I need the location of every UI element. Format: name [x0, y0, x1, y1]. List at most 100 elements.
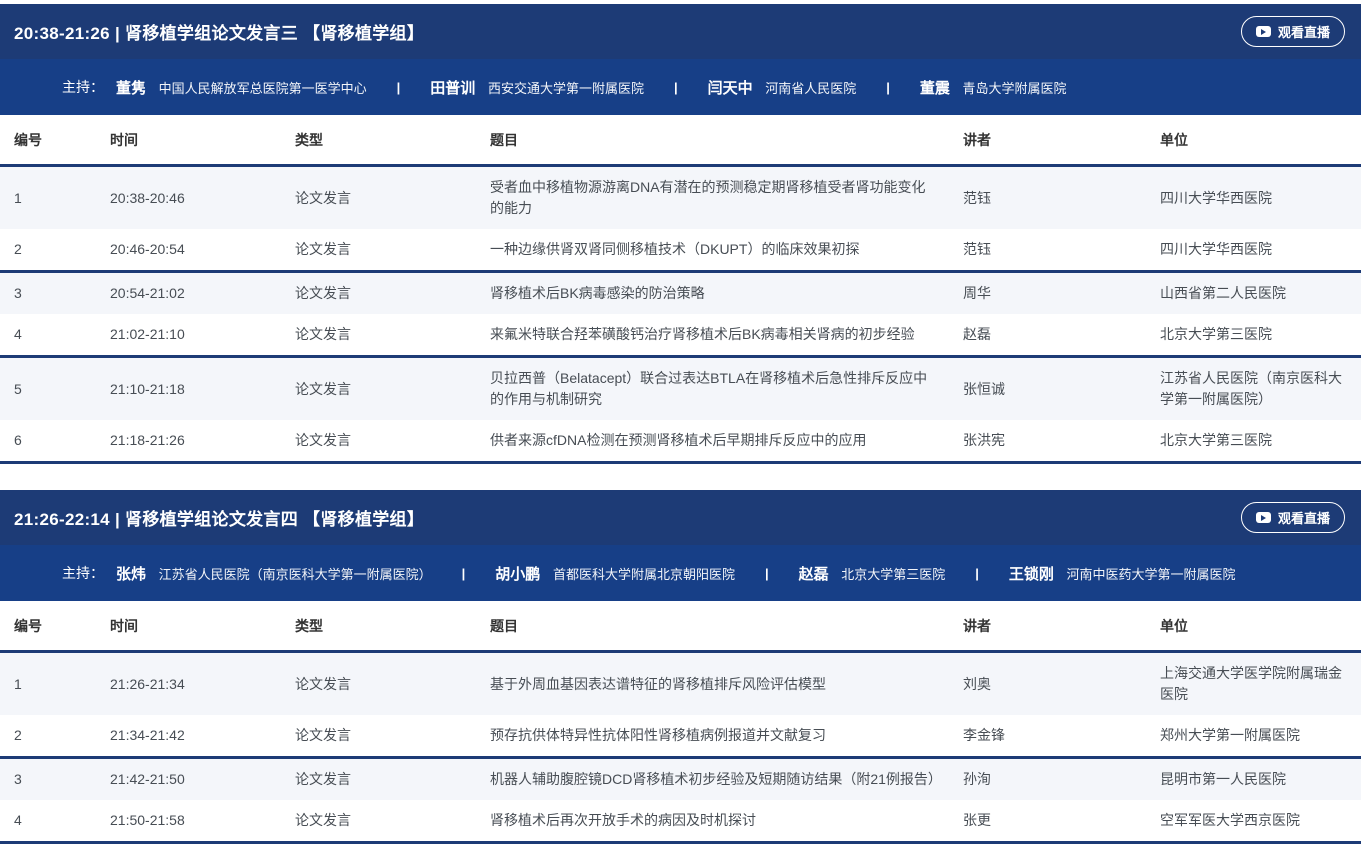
- session-table: 编号 时间 类型 题目 讲者 单位 1 21:26-21:34 论文发言 基于外…: [0, 601, 1361, 844]
- cell-time: 20:38-20:46: [96, 166, 281, 230]
- cell-org: 昆明市第一人民医院: [1146, 758, 1361, 801]
- host-org: 河南省人民医院: [765, 81, 856, 96]
- host-item: 胡小鹏 首都医科大学附属北京朝阳医院: [495, 563, 735, 584]
- cell-title: 受者血中移植物源游离DNA有潜在的预测稳定期肾移植受者肾功能变化的能力: [476, 166, 949, 230]
- table-header-row: 编号 时间 类型 题目 讲者 单位: [0, 601, 1361, 652]
- cell-org: 郑州大学第一附属医院: [1146, 715, 1361, 758]
- host-divider: |: [765, 566, 769, 581]
- host-item: 张炜 江苏省人民医院（南京医科大学第一附属医院）: [116, 563, 432, 584]
- cell-type: 论文发言: [281, 652, 476, 716]
- col-header-title: 题目: [476, 115, 949, 166]
- table-row: 5 21:10-21:18 论文发言 贝拉西普（Belatacept）联合过表达…: [0, 357, 1361, 421]
- cell-title: 肾移植术后再次开放手术的病因及时机探讨: [476, 800, 949, 843]
- cell-org: 空军军医大学西京医院: [1146, 800, 1361, 843]
- table-row: 4 21:02-21:10 论文发言 来氟米特联合羟苯磺酸钙治疗肾移植术后BK病…: [0, 314, 1361, 357]
- col-header-org: 单位: [1146, 115, 1361, 166]
- col-header-speaker: 讲者: [949, 601, 1146, 652]
- table-row: 2 20:46-20:54 论文发言 一种边缘供肾双肾同侧移植技术（DKUPT）…: [0, 229, 1361, 272]
- cell-speaker: 周华: [949, 272, 1146, 315]
- table-header-row: 编号 时间 类型 题目 讲者 单位: [0, 115, 1361, 166]
- host-org: 河南中医药大学第一附属医院: [1067, 567, 1236, 582]
- session-title: 21:26-22:14 | 肾移植学组论文发言四 【肾移植学组】: [14, 505, 424, 530]
- cell-speaker: 张更: [949, 800, 1146, 843]
- host-item: 赵磊 北京大学第三医院: [799, 563, 946, 584]
- host-item: 董隽 中国人民解放军总医院第一医学中心: [116, 77, 367, 98]
- cell-org: 江苏省人民医院（南京医科大学第一附属医院）: [1146, 357, 1361, 421]
- cell-time: 21:26-21:34: [96, 652, 281, 716]
- cell-no: 2: [0, 229, 96, 272]
- cell-org: 北京大学第三医院: [1146, 420, 1361, 463]
- host-org: 中国人民解放军总医院第一医学中心: [159, 81, 367, 96]
- cell-time: 21:50-21:58: [96, 800, 281, 843]
- cell-time: 21:02-21:10: [96, 314, 281, 357]
- cell-speaker: 范钰: [949, 229, 1146, 272]
- cell-no: 5: [0, 357, 96, 421]
- cell-title: 来氟米特联合羟苯磺酸钙治疗肾移植术后BK病毒相关肾病的初步经验: [476, 314, 949, 357]
- play-icon: [1256, 512, 1271, 523]
- agenda-page: 20:38-21:26 | 肾移植学组论文发言三 【肾移植学组】 观看直播 主持…: [0, 0, 1361, 859]
- session-header: 20:38-21:26 | 肾移植学组论文发言三 【肾移植学组】 观看直播: [0, 4, 1361, 59]
- cell-speaker: 张恒诚: [949, 357, 1146, 421]
- watch-live-button[interactable]: 观看直播: [1241, 502, 1345, 533]
- cell-org: 山西省第二人民医院: [1146, 272, 1361, 315]
- cell-title: 基于外周血基因表达谱特征的肾移植排斥风险评估模型: [476, 652, 949, 716]
- session-table: 编号 时间 类型 题目 讲者 单位 1 20:38-20:46 论文发言 受者血…: [0, 115, 1361, 464]
- table-row: 2 21:34-21:42 论文发言 预存抗供体特异性抗体阳性肾移植病例报道并文…: [0, 715, 1361, 758]
- cell-org: 上海交通大学医学院附属瑞金医院: [1146, 652, 1361, 716]
- hosts-label: 主持：: [62, 563, 104, 583]
- cell-speaker: 刘奥: [949, 652, 1146, 716]
- host-org: 江苏省人民医院（南京医科大学第一附属医院）: [159, 567, 432, 582]
- cell-no: 1: [0, 166, 96, 230]
- cell-speaker: 赵磊: [949, 314, 1146, 357]
- host-divider: |: [886, 80, 890, 95]
- col-header-time: 时间: [96, 601, 281, 652]
- cell-title: 供者来源cfDNA检测在预测肾移植术后早期排斥反应中的应用: [476, 420, 949, 463]
- host-divider: |: [975, 566, 979, 581]
- host-name: 胡小鹏: [495, 566, 540, 583]
- cell-time: 20:54-21:02: [96, 272, 281, 315]
- play-icon: [1256, 26, 1271, 37]
- host-org: 青岛大学附属医院: [963, 81, 1067, 96]
- col-header-type: 类型: [281, 601, 476, 652]
- host-name: 田普训: [430, 80, 475, 97]
- watch-live-label: 观看直播: [1278, 22, 1330, 41]
- session-title: 20:38-21:26 | 肾移植学组论文发言三 【肾移植学组】: [14, 19, 424, 44]
- session-section-4: 21:26-22:14 | 肾移植学组论文发言四 【肾移植学组】 观看直播 主持…: [0, 490, 1361, 844]
- cell-type: 论文发言: [281, 758, 476, 801]
- table-row: 1 21:26-21:34 论文发言 基于外周血基因表达谱特征的肾移植排斥风险评…: [0, 652, 1361, 716]
- table-row: 3 21:42-21:50 论文发言 机器人辅助腹腔镜DCD肾移植术初步经验及短…: [0, 758, 1361, 801]
- cell-time: 21:10-21:18: [96, 357, 281, 421]
- host-divider: |: [462, 566, 466, 581]
- host-org: 西安交通大学第一附属医院: [488, 81, 644, 96]
- cell-time: 21:42-21:50: [96, 758, 281, 801]
- cell-speaker: 张洪宪: [949, 420, 1146, 463]
- cell-no: 3: [0, 758, 96, 801]
- cell-type: 论文发言: [281, 357, 476, 421]
- host-name: 张炜: [116, 566, 146, 583]
- cell-time: 21:18-21:26: [96, 420, 281, 463]
- table-row: 6 21:18-21:26 论文发言 供者来源cfDNA检测在预测肾移植术后早期…: [0, 420, 1361, 463]
- host-name: 赵磊: [799, 566, 829, 583]
- host-item: 王锁刚 河南中医药大学第一附属医院: [1009, 563, 1236, 584]
- host-item: 董震 青岛大学附属医院: [920, 77, 1067, 98]
- col-header-title: 题目: [476, 601, 949, 652]
- host-org: 北京大学第三医院: [841, 567, 945, 582]
- watch-live-button[interactable]: 观看直播: [1241, 16, 1345, 47]
- cell-org: 四川大学华西医院: [1146, 166, 1361, 230]
- host-item: 闫天中 河南省人民医院: [708, 77, 857, 98]
- col-header-time: 时间: [96, 115, 281, 166]
- cell-no: 2: [0, 715, 96, 758]
- table-row: 1 20:38-20:46 论文发言 受者血中移植物源游离DNA有潜在的预测稳定…: [0, 166, 1361, 230]
- cell-type: 论文发言: [281, 229, 476, 272]
- col-header-speaker: 讲者: [949, 115, 1146, 166]
- cell-speaker: 范钰: [949, 166, 1146, 230]
- cell-time: 20:46-20:54: [96, 229, 281, 272]
- watch-live-label: 观看直播: [1278, 508, 1330, 527]
- cell-no: 3: [0, 272, 96, 315]
- col-header-no: 编号: [0, 601, 96, 652]
- session-header: 21:26-22:14 | 肾移植学组论文发言四 【肾移植学组】 观看直播: [0, 490, 1361, 545]
- cell-no: 4: [0, 314, 96, 357]
- cell-type: 论文发言: [281, 166, 476, 230]
- cell-speaker: 李金锋: [949, 715, 1146, 758]
- host-divider: |: [674, 80, 678, 95]
